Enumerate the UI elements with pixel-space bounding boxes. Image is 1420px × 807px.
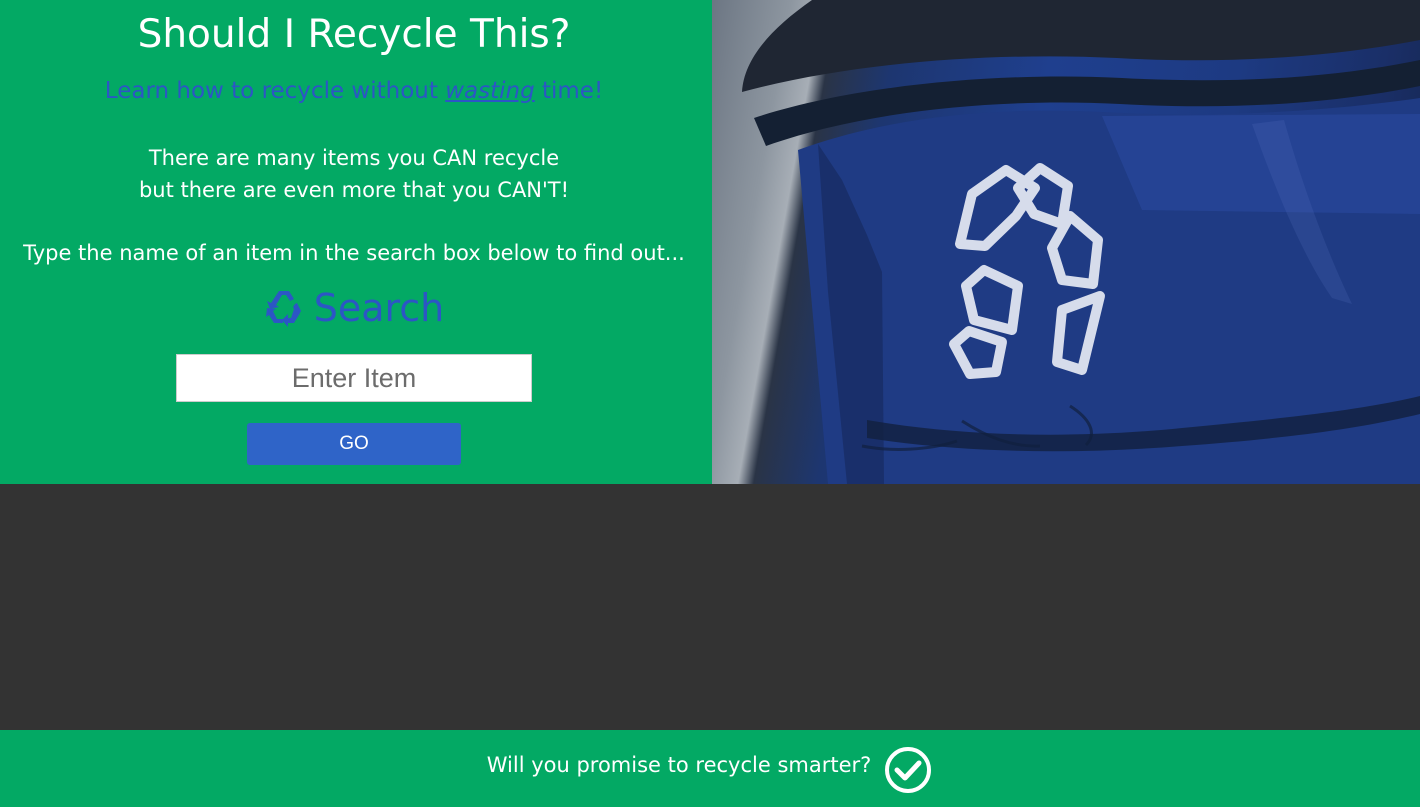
intro-line-2: but there are even more that you CAN'T! [138, 178, 570, 202]
promise-text: Will you promise to recycle smarter? [486, 752, 872, 777]
intro-text: There are many items you CAN recycle but… [0, 142, 708, 206]
recycle-icon [264, 287, 304, 327]
search-input[interactable] [176, 354, 532, 402]
check-circle-icon[interactable] [883, 745, 933, 795]
search-heading: Search [0, 284, 708, 332]
page-title: Should I Recycle This? [137, 12, 571, 57]
go-button[interactable]: GO [247, 423, 461, 465]
tagline-end: time! [534, 78, 604, 104]
hero-section: Should I Recycle This? Learn how to recy… [0, 0, 1420, 484]
footer-content: Will you promise to recycle smarter? [0, 730, 1420, 807]
search-instruction: Type the name of an item in the search b… [23, 241, 685, 265]
tagline: Learn how to recycle without wasting tim… [0, 76, 708, 106]
footer: Will you promise to recycle smarter? [0, 730, 1420, 807]
dark-content-band [0, 484, 1420, 730]
tagline-emphasis: wasting [445, 78, 535, 104]
search-heading-label: Search [313, 286, 445, 330]
intro-line-1: There are many items you CAN recycle [148, 146, 560, 170]
recycling-bin-illustration [742, 0, 1420, 484]
recycling-bin-image [712, 0, 1420, 484]
tagline-start: Learn how to recycle without [104, 78, 446, 104]
search-panel: Should I Recycle This? Learn how to recy… [0, 0, 712, 484]
